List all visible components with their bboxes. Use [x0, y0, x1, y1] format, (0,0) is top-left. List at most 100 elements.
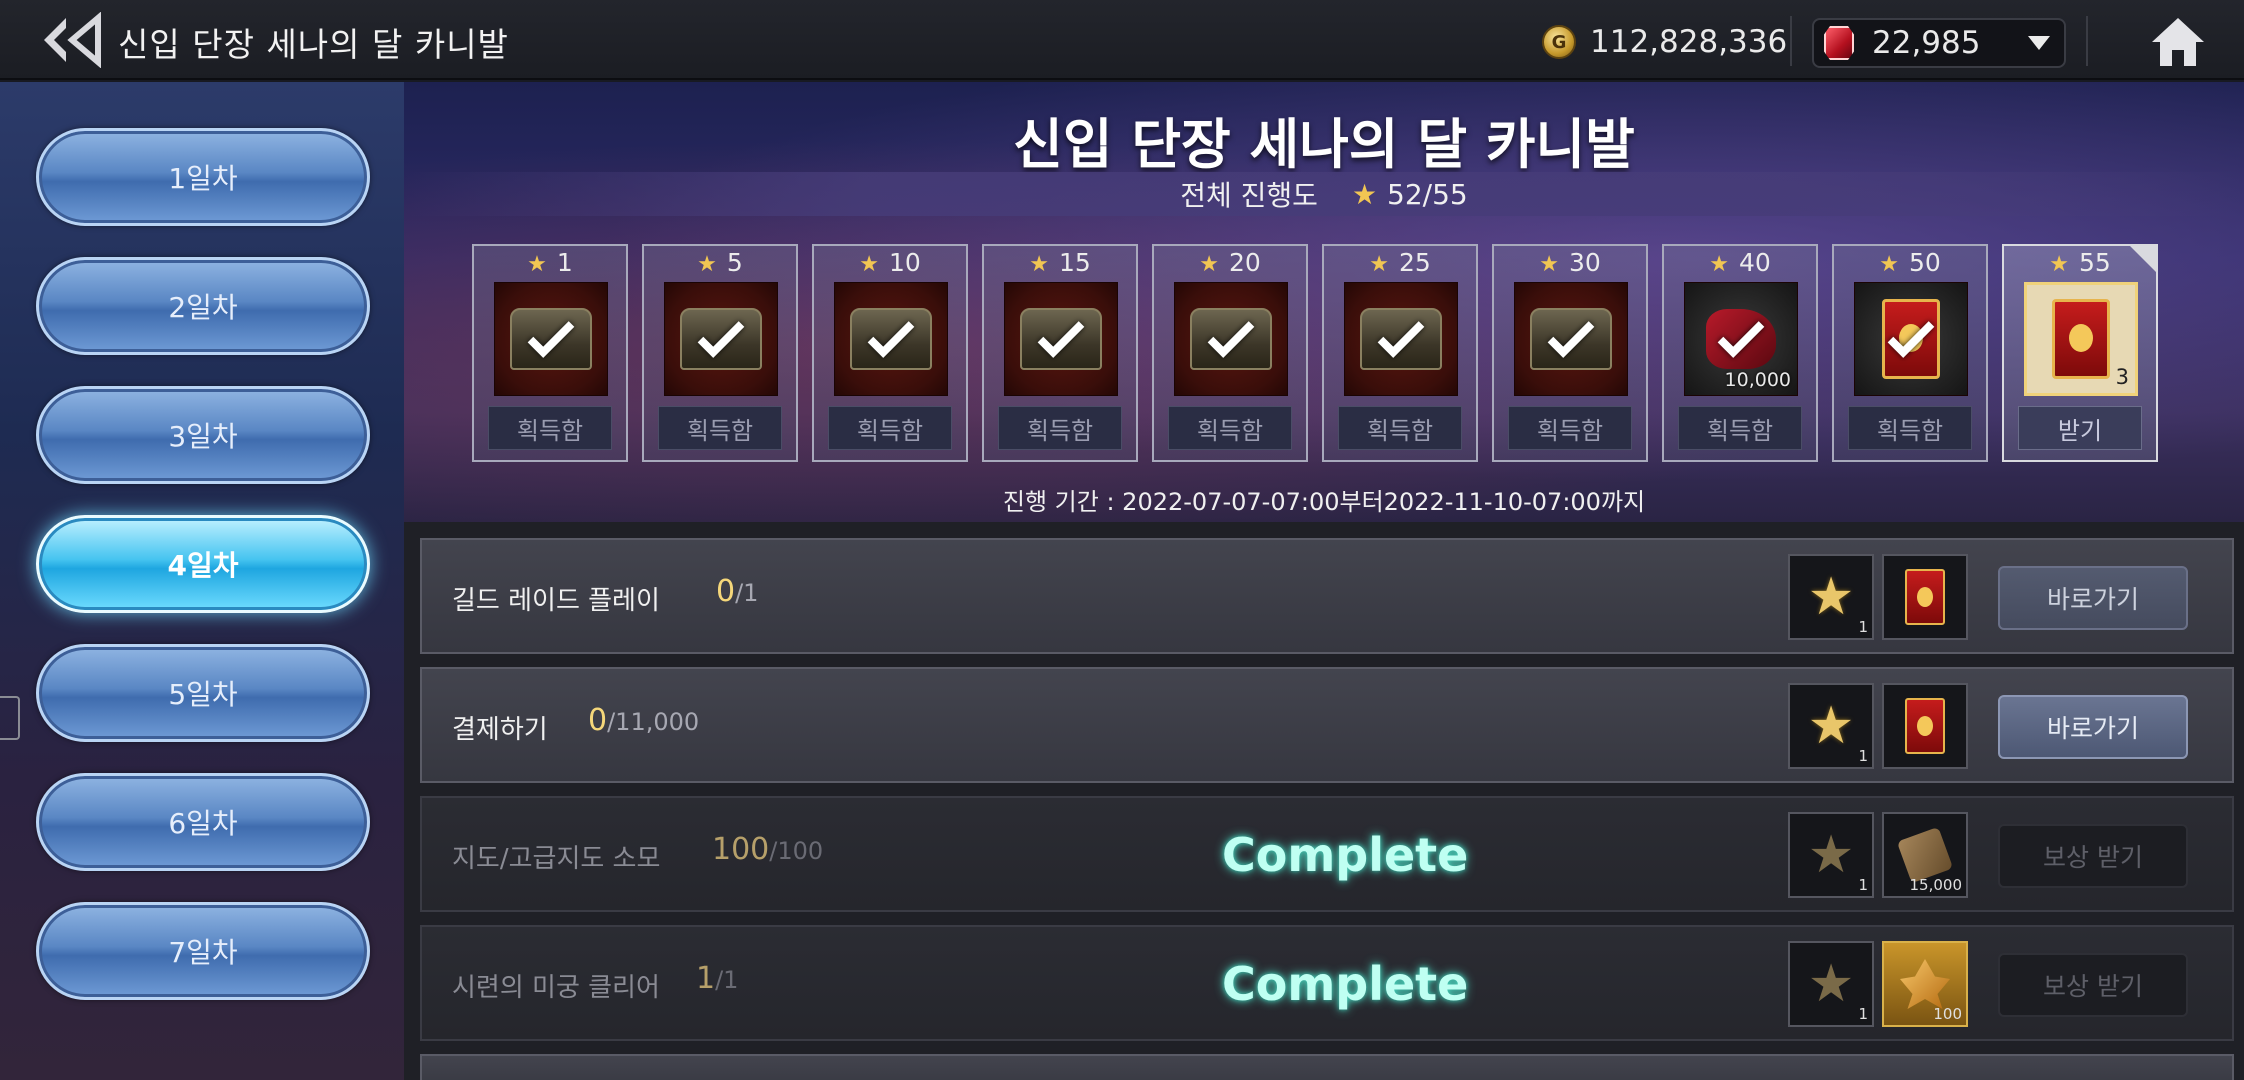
star-icon: ★	[697, 252, 717, 277]
card-icon	[1905, 698, 1945, 754]
threshold-value: 40	[1738, 248, 1771, 277]
star-icon: ★	[1029, 252, 1049, 277]
sidebar-item-day-1[interactable]: 1일차	[36, 128, 370, 226]
reward-slot-item	[1882, 683, 1968, 769]
threshold-value: 50	[1908, 248, 1941, 277]
home-icon	[2152, 18, 2204, 66]
reward-image	[1514, 282, 1628, 396]
reward-threshold: ★ 25	[1324, 248, 1476, 277]
claim-reward-button[interactable]: 보상 받기	[1998, 824, 2188, 888]
day-label: 2일차	[168, 291, 238, 324]
sidebar-item-day-7[interactable]: 7일차	[36, 902, 370, 1000]
mission-name: 지도/고급지도 소모	[452, 844, 661, 874]
mission-row: 길드 레이드 플레이 0/1 ★ 1 바로가기	[420, 538, 2234, 654]
side-tab-handle[interactable]	[0, 696, 20, 740]
star-icon: ★	[2049, 252, 2069, 277]
progress-current: 0	[588, 703, 608, 738]
reward-card: ★ 1 획득함	[472, 244, 628, 462]
star-icon: ★	[1199, 252, 1219, 277]
scroll-icon	[1896, 826, 1954, 884]
mission-list: 길드 레이드 플레이 0/1 ★ 1 바로가기 결제하기 0/11,000 ★ 1 …	[404, 522, 2244, 1080]
reward-slot-star: ★ 1	[1788, 812, 1874, 898]
threshold-value: 30	[1568, 248, 1601, 277]
back-button[interactable]	[36, 11, 104, 69]
reward-image	[664, 282, 778, 396]
claim-reward-button[interactable]: 보상 받기	[1998, 953, 2188, 1017]
progress-label: 전체 진행도	[1180, 179, 1318, 212]
mission-row: 결제하기 0/11,000 ★ 1 바로가기	[420, 667, 2234, 783]
progress-current: 1	[696, 961, 716, 996]
mission-name: 시련의 미궁 클리어	[452, 973, 660, 1003]
go-to-button[interactable]: 바로가기	[1998, 566, 2188, 630]
complete-label: Complete	[1222, 957, 1469, 1011]
sidebar-item-day-2[interactable]: 2일차	[36, 257, 370, 355]
reward-card: ★ 30 획득함	[1492, 244, 1648, 462]
mission-row-complete: 시련의 미궁 클리어 1/1 Complete ★ 1 100 보상 받기	[420, 925, 2234, 1041]
reward-image	[1174, 282, 1288, 396]
mission-progress: 1/1	[696, 961, 738, 996]
go-to-button[interactable]: 바로가기	[1998, 695, 2188, 759]
day-label: 4일차	[167, 549, 239, 582]
star-icon: ★	[1807, 567, 1855, 627]
claim-reward-button[interactable]: 받기	[2018, 406, 2142, 450]
reward-card: ★ 5 획득함	[642, 244, 798, 462]
star-icon: ★	[1351, 177, 1378, 211]
sidebar-item-day-5[interactable]: 5일차	[36, 644, 370, 742]
reward-threshold: ★ 5	[644, 248, 796, 277]
card-icon	[2052, 299, 2110, 379]
reward-threshold: ★ 50	[1834, 248, 1986, 277]
day-label: 6일차	[168, 807, 238, 840]
window-title: 신입 단장 세나의 달 카니발	[118, 25, 509, 64]
star-icon: ★	[1807, 954, 1855, 1014]
mission-name: 길드 레이드 플레이	[452, 586, 660, 616]
reward-status-label: 획득함	[828, 406, 952, 450]
reward-status-label: 획득함	[1168, 406, 1292, 450]
reward-threshold: ★ 1	[474, 248, 626, 277]
complete-label: Complete	[1222, 828, 1469, 882]
day-label: 5일차	[168, 678, 238, 711]
reward-slot-item: 100	[1882, 941, 1968, 1027]
mission-name: 결제하기	[452, 715, 548, 745]
gem-currency-dropdown[interactable]: 22,985	[1812, 18, 2066, 68]
reward-status-label: 획득함	[998, 406, 1122, 450]
reward-image: 10,000	[1684, 282, 1798, 396]
reward-card: ★ 25 획득함	[1322, 244, 1478, 462]
reward-slot-star: ★ 1	[1788, 683, 1874, 769]
reward-status-label: 획득함	[488, 406, 612, 450]
reward-quantity: 15,000	[1909, 876, 1963, 894]
day-sidebar: 1일차 2일차 3일차 4일차 5일차 6일차 7일차	[0, 82, 404, 1080]
reward-quantity: 1	[1858, 876, 1868, 894]
day-label: 3일차	[168, 420, 238, 453]
mission-progress: 0/1	[716, 574, 758, 609]
reward-threshold: ★ 20	[1154, 248, 1306, 277]
reward-card: ★ 10 획득함	[812, 244, 968, 462]
reward-card: ★ 15 획득함	[982, 244, 1138, 462]
star-icon: ★	[859, 252, 879, 277]
reward-status-label: 획득함	[1678, 406, 1802, 450]
reward-card-claimable[interactable]: ★ 55 3 받기	[2002, 244, 2158, 462]
reward-slot-star: ★ 1	[1788, 941, 1874, 1027]
sidebar-item-day-3[interactable]: 3일차	[36, 386, 370, 484]
event-banner: 신입 단장 세나의 달 카니발 전체 진행도 ★ 52/55 ★ 1 획득함 ★ 5…	[404, 82, 2244, 522]
threshold-value: 1	[556, 248, 573, 277]
card-icon	[1905, 569, 1945, 625]
reward-threshold: ★ 30	[1494, 248, 1646, 277]
home-button[interactable]	[2150, 16, 2206, 68]
star-icon: ★	[1807, 696, 1855, 756]
star-icon: ★	[527, 252, 547, 277]
progress-value: 52/55	[1387, 177, 1468, 211]
reward-image	[834, 282, 948, 396]
total-progress: 전체 진행도 ★ 52/55	[404, 172, 2244, 216]
sidebar-item-day-4[interactable]: 4일차	[36, 515, 370, 613]
star-icon: ★	[1709, 252, 1729, 277]
progress-total: /11,000	[607, 708, 700, 736]
reward-quantity: 10,000	[1724, 369, 1791, 391]
sidebar-item-day-6[interactable]: 6일차	[36, 773, 370, 871]
threshold-value: 5	[726, 248, 743, 277]
reward-quantity: 3	[2115, 365, 2129, 389]
chevron-down-icon	[2028, 36, 2050, 50]
reward-quantity: 1	[1858, 1005, 1868, 1023]
threshold-value: 25	[1398, 248, 1431, 277]
progress-total: /1	[735, 579, 759, 607]
star-icon: ★	[1369, 252, 1389, 277]
